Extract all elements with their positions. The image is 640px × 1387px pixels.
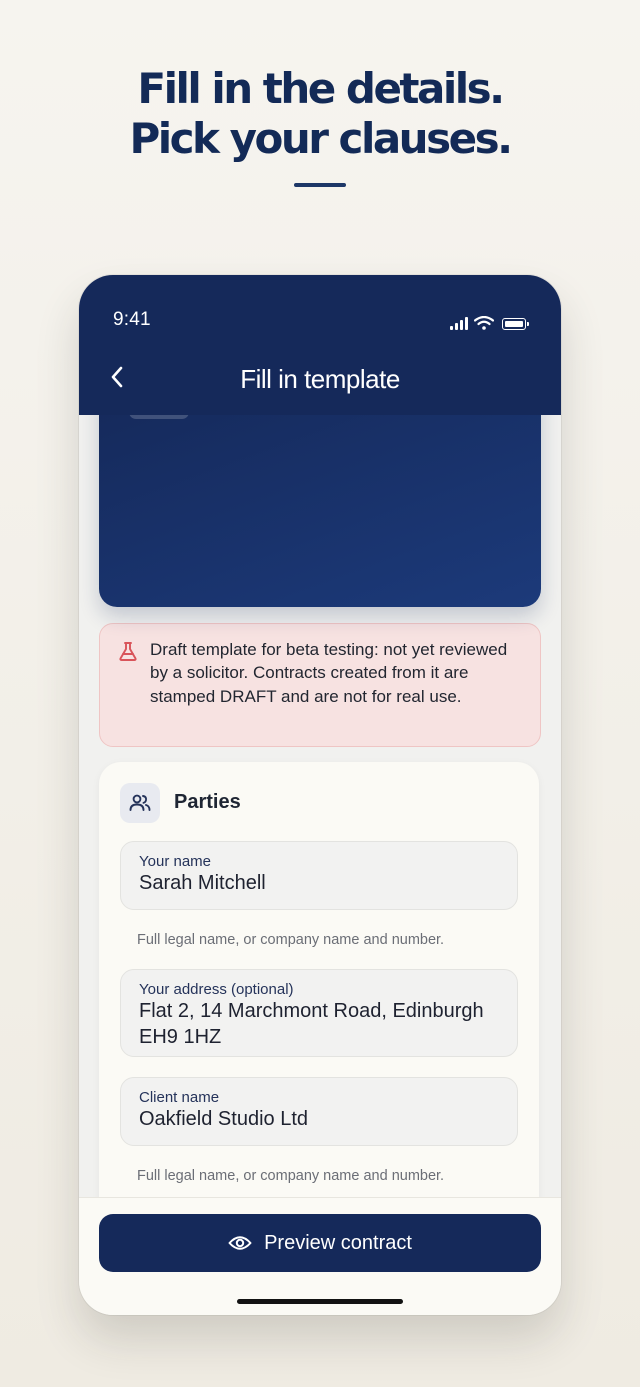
flask-icon	[119, 642, 137, 661]
draft-warning-text: Draft template for beta testing: not yet…	[150, 640, 508, 706]
bottom-action-bar: Preview contract	[79, 1197, 561, 1315]
headline-divider	[294, 183, 346, 187]
client-name-value[interactable]: Oakfield Studio Ltd	[139, 1106, 509, 1132]
your-address-label: Your address (optional)	[139, 981, 294, 998]
template-hero-card	[99, 385, 541, 607]
client-name-label: Client name	[139, 1089, 220, 1106]
preview-contract-button[interactable]: Preview contract	[99, 1214, 541, 1272]
people-icon	[120, 783, 160, 823]
eye-icon	[228, 1236, 252, 1250]
parties-card: Parties Your name Sarah Mitchell Full le…	[99, 762, 539, 1232]
battery-icon	[502, 318, 529, 330]
phone-frame: 9:41 Fill in template Draft template for…	[79, 275, 561, 1315]
signal-icon	[450, 317, 468, 330]
client-name-help: Full legal name, or company name and num…	[137, 1168, 445, 1184]
client-name-field[interactable]: Client name Oakfield Studio Ltd	[120, 1077, 518, 1146]
status-time: 9:41	[113, 309, 151, 330]
headline-line-1: Fill in the details.	[137, 64, 505, 113]
your-name-value[interactable]: Sarah Mitchell	[139, 870, 509, 896]
your-address-value[interactable]: Flat 2, 14 Marchmont Road, Edinburgh EH9…	[139, 998, 509, 1050]
top-bar: 9:41 Fill in template	[79, 275, 561, 415]
parties-heading: Parties	[174, 791, 241, 813]
status-icons	[450, 316, 529, 330]
headline-line-2: Pick your clauses.	[129, 114, 513, 163]
draft-warning-banner: Draft template for beta testing: not yet…	[99, 623, 541, 747]
marketing-headline: Fill in the details. Pick your clauses.	[0, 64, 640, 164]
your-name-label: Your name	[139, 853, 211, 870]
home-indicator	[237, 1299, 403, 1304]
wifi-icon	[474, 316, 494, 330]
your-name-field[interactable]: Your name Sarah Mitchell	[120, 841, 518, 910]
nav-title: Fill in template	[240, 364, 400, 394]
preview-contract-label: Preview contract	[264, 1231, 412, 1254]
your-address-field[interactable]: Your address (optional) Flat 2, 14 March…	[120, 969, 518, 1057]
your-name-help: Full legal name, or company name and num…	[137, 932, 445, 948]
